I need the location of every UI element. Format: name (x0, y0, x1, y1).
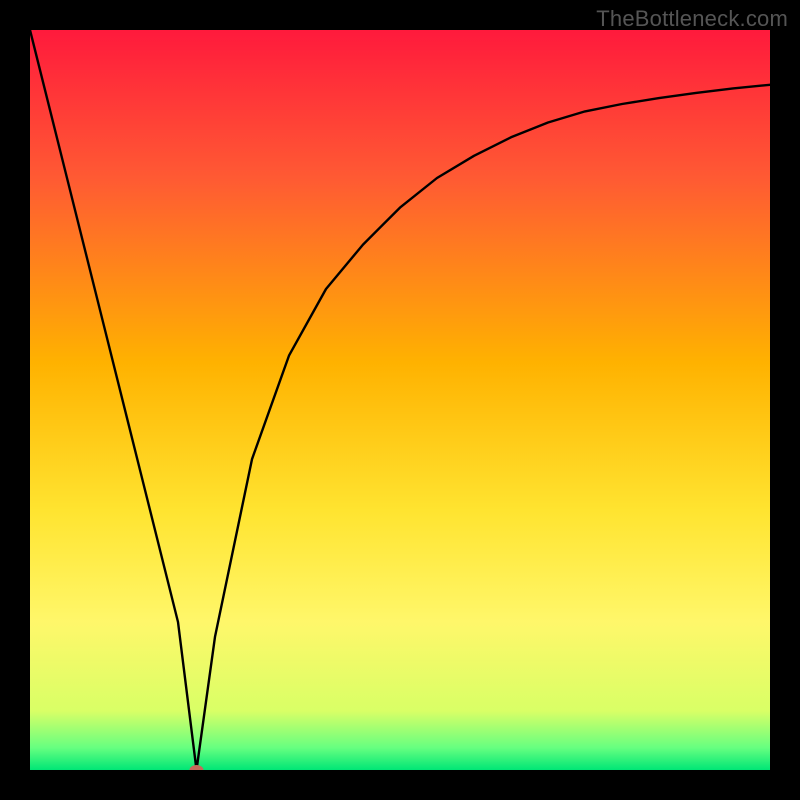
gradient-background (30, 30, 770, 770)
bottleneck-chart (30, 30, 770, 770)
watermark-text: TheBottleneck.com (596, 6, 788, 32)
plot-area (30, 30, 770, 770)
chart-frame: TheBottleneck.com (0, 0, 800, 800)
